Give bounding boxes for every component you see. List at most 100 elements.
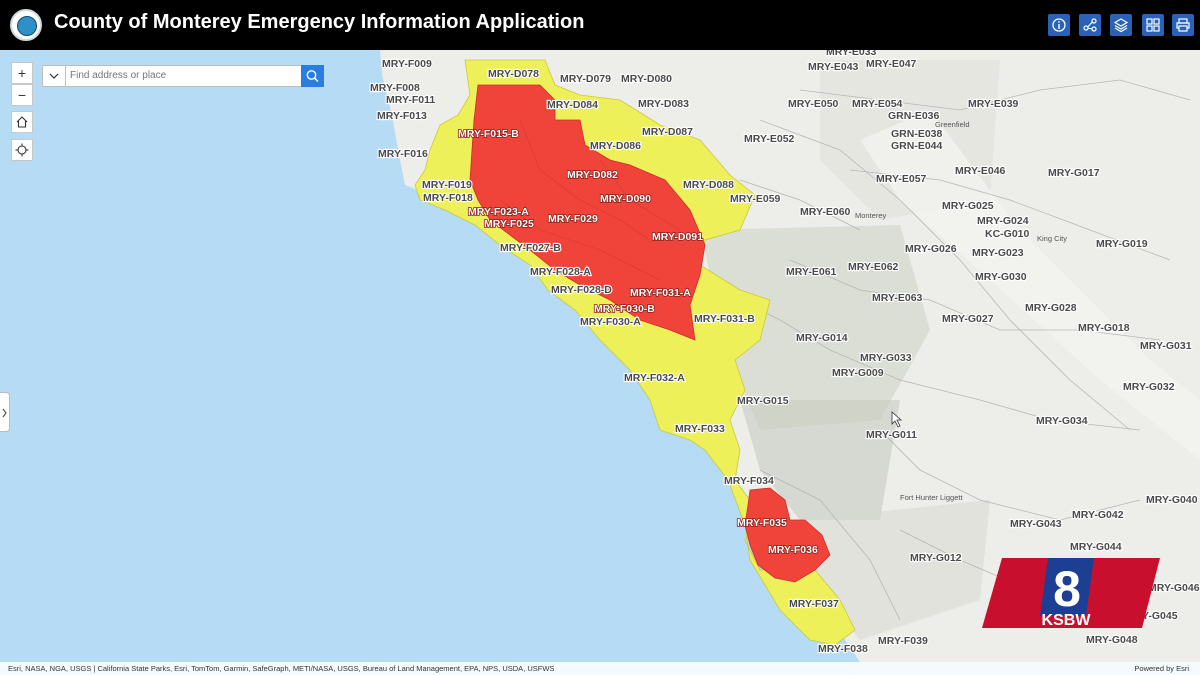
- zone-label-mry-g043: MRY-G043: [1010, 518, 1062, 530]
- search-widget: [42, 65, 324, 87]
- zone-label-mry-g028: MRY-G028: [1025, 302, 1077, 314]
- zone-label-mry-d090: MRY-D090: [600, 193, 651, 205]
- zone-label-mry-f029: MRY-F029: [548, 213, 598, 225]
- zone-label-mry-f016: MRY-F016: [378, 148, 428, 160]
- zone-label-mry-e060: MRY-E060: [800, 206, 851, 218]
- print-icon: [1176, 18, 1190, 32]
- zone-label-mry-d080: MRY-D080: [621, 73, 672, 85]
- zone-label-mry-e061: MRY-E061: [786, 266, 837, 278]
- zone-label-mry-e033: MRY-E033: [826, 50, 877, 58]
- zone-label-mry-e043: MRY-E043: [808, 61, 859, 73]
- zone-label-mry-f009: MRY-F009: [382, 58, 432, 70]
- zone-label-mry-g011: MRY-G011: [866, 429, 917, 441]
- place-label-greenfield: Greenfield: [935, 120, 970, 129]
- zone-label-mry-g014: MRY-G014: [796, 332, 848, 344]
- zone-label-mry-f028-a: MRY-F028-A: [530, 266, 591, 278]
- zone-label-mry-f018: MRY-F018: [423, 192, 473, 204]
- zone-label-mry-f011: MRY-F011: [386, 94, 435, 106]
- zone-label-mry-g033: MRY-G033: [860, 352, 912, 364]
- print-button[interactable]: [1172, 14, 1194, 36]
- channel-number: 8: [1053, 561, 1081, 617]
- side-panel-toggle[interactable]: [0, 392, 10, 432]
- zone-label-mry-e050: MRY-E050: [788, 98, 839, 110]
- zone-label-mry-f037: MRY-F037: [789, 598, 839, 610]
- zone-label-mry-g026: MRY-G026: [905, 243, 957, 255]
- share-button[interactable]: [1079, 14, 1101, 36]
- zone-label-mry-g023: MRY-G023: [972, 247, 1024, 259]
- zone-label-mry-f034: MRY-F034: [724, 475, 774, 487]
- info-button[interactable]: [1048, 14, 1070, 36]
- place-label-fort-hunter-liggett: Fort Hunter Liggett: [900, 493, 963, 502]
- zone-label-kc-g010: KC-G010: [985, 228, 1030, 240]
- zone-label-mry-g040: MRY-G040: [1146, 494, 1198, 506]
- app-title: County of Monterey Emergency Information…: [54, 11, 585, 33]
- zone-label-mry-e046: MRY-E046: [955, 165, 1006, 177]
- basemap-gallery-button[interactable]: [1142, 14, 1164, 36]
- share-icon: [1083, 18, 1097, 32]
- zone-label-mry-e052: MRY-E052: [744, 133, 795, 145]
- zone-label-mry-g044: MRY-G044: [1070, 541, 1122, 553]
- zone-label-mry-d091: MRY-D091: [652, 231, 703, 243]
- powered-by-esri[interactable]: Powered by Esri: [1134, 662, 1189, 675]
- zone-label-mry-d078: MRY-D078: [488, 68, 539, 80]
- layers-icon: [1113, 18, 1129, 33]
- zone-label-mry-f013: MRY-F013: [377, 110, 427, 122]
- zone-label-mry-f027-b: MRY-F027-B: [500, 242, 561, 254]
- zone-label-mry-f033: MRY-F033: [675, 423, 725, 435]
- zone-label-mry-g012: MRY-G012: [910, 552, 962, 564]
- zone-label-mry-d082: MRY-D082: [567, 169, 618, 181]
- zone-label-mry-e059: MRY-E059: [730, 193, 781, 205]
- grid-icon: [1146, 18, 1160, 32]
- home-button[interactable]: [11, 111, 33, 133]
- zone-label-mry-g030: MRY-G030: [975, 271, 1027, 283]
- zone-label-mry-f039: MRY-F039: [878, 635, 928, 647]
- home-icon: [16, 116, 28, 128]
- zone-label-mry-f030-b: MRY-F030-B: [594, 303, 655, 315]
- zone-label-mry-g032: MRY-G032: [1123, 381, 1175, 393]
- chevron-down-icon: [49, 73, 59, 79]
- zone-label-mry-e039: MRY-E039: [968, 98, 1019, 110]
- zone-label-mry-g042: MRY-G042: [1072, 509, 1124, 521]
- zone-label-mry-f036: MRY-F036: [768, 544, 818, 556]
- zone-label-mry-g027: MRY-G027: [942, 313, 994, 325]
- zone-label-mry-f035: MRY-F035: [737, 517, 787, 529]
- zone-label-mry-f028-d: MRY-F028-D: [551, 284, 612, 296]
- zone-label-mry-f025: MRY-F025: [484, 218, 534, 230]
- zone-label-mry-f023-a: MRY-F023-A: [468, 206, 529, 218]
- zone-label-mry-g009: MRY-G009: [832, 367, 884, 379]
- zoom-out-button[interactable]: −: [11, 84, 33, 106]
- zone-label-mry-g031: MRY-G031: [1140, 340, 1192, 352]
- zone-label-mry-f008: MRY-F008: [370, 82, 420, 94]
- zone-label-mry-d083: MRY-D083: [638, 98, 689, 110]
- zone-label-mry-g017: MRY-G017: [1048, 167, 1100, 179]
- zone-label-mry-g034: MRY-G034: [1036, 415, 1088, 427]
- locate-button[interactable]: [11, 139, 33, 161]
- search-button[interactable]: [301, 65, 324, 87]
- zone-label-mry-g018: MRY-G018: [1078, 322, 1130, 334]
- locate-icon: [15, 143, 29, 157]
- app-header: County of Monterey Emergency Information…: [0, 0, 1200, 50]
- search-source-dropdown[interactable]: [43, 66, 66, 86]
- place-label-monterey: Monterey: [855, 211, 887, 220]
- zone-label-mry-g015: MRY-G015: [737, 395, 789, 407]
- zone-label-mry-e057: MRY-E057: [876, 173, 927, 185]
- map-attribution: Esri, NASA, NGA, USGS | California State…: [0, 662, 1200, 675]
- zone-label-mry-e062: MRY-E062: [848, 261, 899, 273]
- station-name: KSBW: [1042, 612, 1092, 629]
- county-seal-logo: [10, 9, 42, 41]
- zone-label-mry-f032-a: MRY-F032-A: [624, 372, 685, 384]
- ksbw-logo-watermark: 8 KSBW: [982, 558, 1160, 629]
- layers-button[interactable]: [1110, 14, 1132, 36]
- zone-label-grn-e044: GRN-E044: [891, 140, 943, 152]
- zone-label-mry-d086: MRY-D086: [590, 140, 641, 152]
- zoom-in-button[interactable]: +: [11, 62, 33, 84]
- search-input[interactable]: [70, 66, 300, 86]
- zone-label-mry-g024: MRY-G024: [977, 215, 1029, 227]
- info-icon: [1052, 18, 1066, 32]
- zone-label-mry-e054: MRY-E054: [852, 98, 903, 110]
- zone-label-mry-e063: MRY-E063: [872, 292, 923, 304]
- zone-label-mry-d087: MRY-D087: [642, 126, 693, 138]
- zone-label-mry-f038: MRY-F038: [818, 643, 868, 655]
- zone-label-mry-d084: MRY-D084: [547, 99, 598, 111]
- zone-label-grn-e038: GRN-E038: [891, 128, 943, 140]
